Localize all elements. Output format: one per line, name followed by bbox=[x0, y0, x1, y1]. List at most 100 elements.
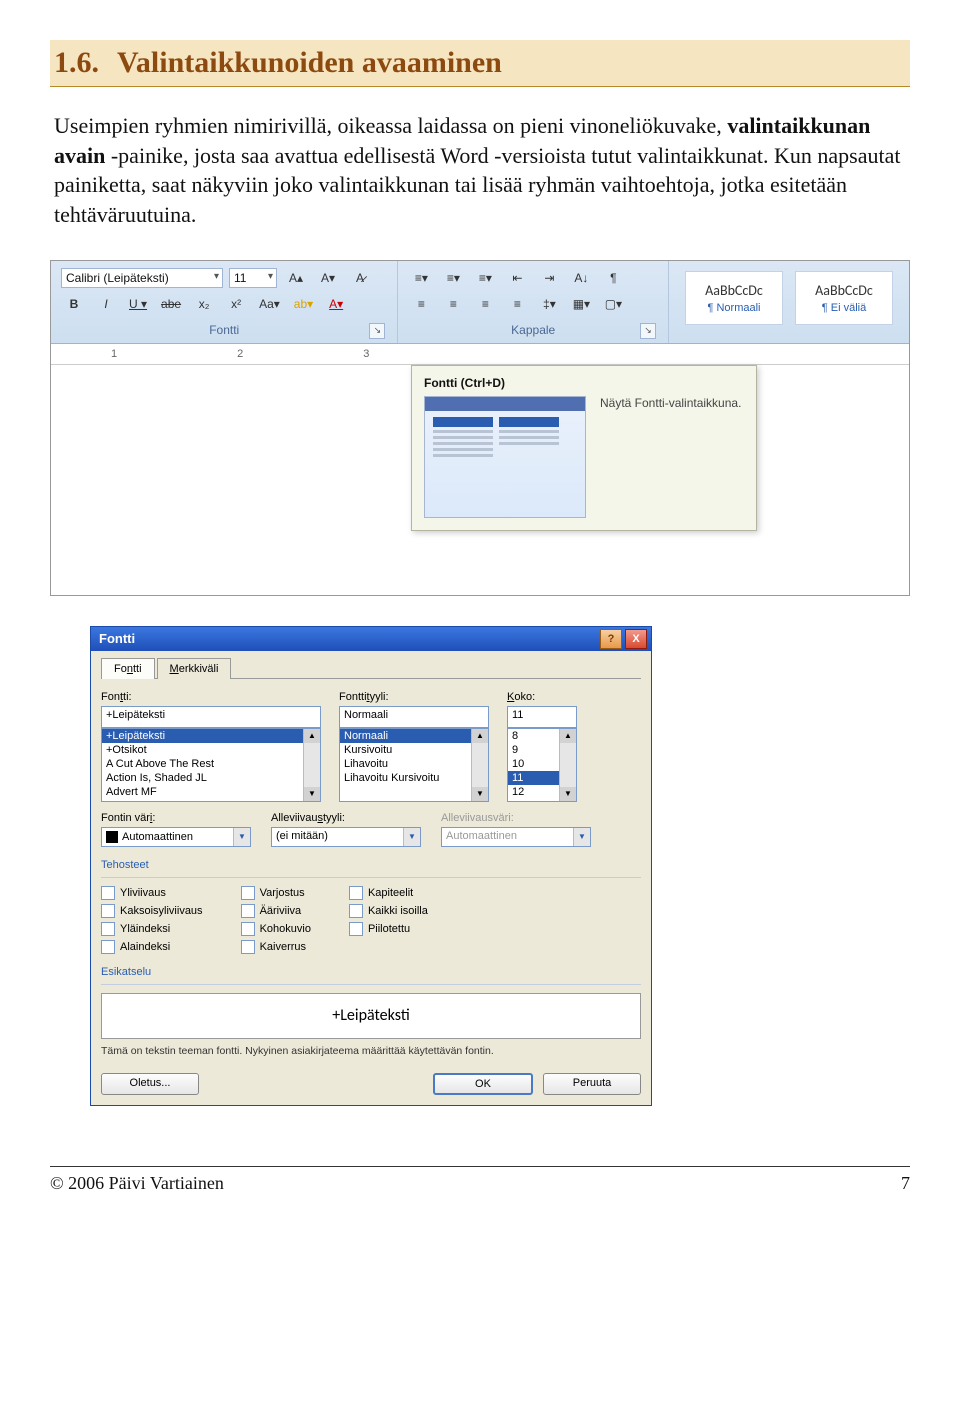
underline-color-combo: Automaattinen ▼ bbox=[441, 827, 591, 847]
list-item[interactable]: Kursivoitu bbox=[340, 743, 488, 757]
highlight-icon[interactable]: ab▾ bbox=[290, 293, 317, 315]
style-input[interactable]: Normaali bbox=[339, 706, 489, 728]
increase-indent-icon[interactable]: ⇥ bbox=[536, 267, 562, 289]
style-nospacing[interactable]: AaBbCcDc ¶ Ei väliä bbox=[795, 271, 893, 325]
ruler: 1 2 3 bbox=[51, 344, 909, 365]
list-item[interactable]: Lihavoitu Kursivoitu bbox=[340, 771, 488, 785]
tab-spacing[interactable]: Merkkiväli bbox=[157, 658, 232, 679]
tooltip: Fontti (Ctrl+D) bbox=[411, 365, 757, 531]
close-button-icon[interactable]: X bbox=[625, 629, 647, 649]
justify-icon[interactable]: ≡ bbox=[504, 293, 530, 315]
effect-checkbox[interactable]: Varjostus bbox=[241, 886, 311, 900]
font-name-combo[interactable]: Calibri (Leipäteksti) bbox=[61, 268, 223, 288]
style-listbox[interactable]: Normaali Kursivoitu Lihavoitu Lihavoitu … bbox=[339, 728, 489, 802]
grow-font-icon[interactable]: A▴ bbox=[283, 267, 309, 289]
italic-icon[interactable]: I bbox=[93, 293, 119, 315]
multilevel-icon[interactable]: ≡▾ bbox=[472, 267, 498, 289]
checkbox-icon bbox=[349, 922, 363, 936]
list-item[interactable]: Normaali bbox=[340, 729, 488, 743]
size-input[interactable]: 11 bbox=[507, 706, 577, 728]
effect-checkbox[interactable]: Kapiteelit bbox=[349, 886, 428, 900]
line-spacing-icon[interactable]: ‡▾ bbox=[536, 293, 562, 315]
dialog-titlebar: Fontti ? X bbox=[91, 627, 651, 651]
subscript-icon[interactable]: x₂ bbox=[191, 293, 217, 315]
change-case-icon[interactable]: Aa▾ bbox=[255, 293, 284, 315]
scrollbar[interactable]: ▲▼ bbox=[471, 729, 488, 801]
preview-box: +Leipäteksti bbox=[101, 993, 641, 1039]
underline-icon[interactable]: U ▾ bbox=[125, 293, 151, 315]
help-button-icon[interactable]: ? bbox=[600, 629, 622, 649]
numbering-icon[interactable]: ≡▾ bbox=[440, 267, 466, 289]
checkbox-icon bbox=[349, 904, 363, 918]
align-left-icon[interactable]: ≡ bbox=[408, 293, 434, 315]
list-item[interactable]: +Leipäteksti bbox=[102, 729, 320, 743]
list-item[interactable]: Advert MF bbox=[102, 785, 320, 799]
style-normal[interactable]: AaBbCcDc ¶ Normaali bbox=[685, 271, 783, 325]
group-label-font: Fontti bbox=[209, 323, 239, 337]
effects-group: Yliviivaus Kaksoisyliviivaus Yläindeksi Ala… bbox=[101, 886, 641, 954]
clear-format-icon[interactable]: A̷ bbox=[347, 267, 373, 289]
para-part1: Useimpien ryhmien nimirivillä, oikeassa … bbox=[54, 113, 727, 138]
chevron-down-icon: ▼ bbox=[573, 828, 590, 846]
style-name: ¶ Normaali bbox=[708, 302, 761, 314]
bold-icon[interactable]: B bbox=[61, 293, 87, 315]
effect-checkbox[interactable]: Piilotettu bbox=[349, 922, 428, 936]
font-input[interactable]: +Leipäteksti bbox=[101, 706, 321, 728]
style-sample: AaBbCcDc bbox=[705, 282, 763, 299]
shrink-font-icon[interactable]: A▾ bbox=[315, 267, 341, 289]
checkbox-icon bbox=[101, 904, 115, 918]
checkbox-icon bbox=[241, 904, 255, 918]
tooltip-title: Fontti (Ctrl+D) bbox=[424, 376, 744, 390]
effect-checkbox[interactable]: Kaiverrus bbox=[241, 940, 311, 954]
effect-checkbox[interactable]: Kaikki isoilla bbox=[349, 904, 428, 918]
section-preview: Esikatselu bbox=[101, 966, 641, 978]
scrollbar[interactable]: ▲▼ bbox=[303, 729, 320, 801]
tooltip-description: Näytä Fontti-valintaikkuna. bbox=[600, 396, 741, 410]
font-color-icon[interactable]: A▾ bbox=[323, 293, 349, 315]
align-right-icon[interactable]: ≡ bbox=[472, 293, 498, 315]
list-item[interactable]: Lihavoitu bbox=[340, 757, 488, 771]
size-listbox[interactable]: 8 9 10 11 12 ▲▼ bbox=[507, 728, 577, 802]
showmarks-icon[interactable]: ¶ bbox=[600, 267, 626, 289]
font-color-combo[interactable]: Automaattinen ▼ bbox=[101, 827, 251, 847]
effect-checkbox[interactable]: Ääriviiva bbox=[241, 904, 311, 918]
ruler-mark: 3 bbox=[363, 348, 369, 360]
paragraph-dialog-launcher-icon[interactable] bbox=[640, 323, 656, 339]
sort-icon[interactable]: A↓ bbox=[568, 267, 594, 289]
align-center-icon[interactable]: ≡ bbox=[440, 293, 466, 315]
style-name: ¶ Ei väliä bbox=[822, 302, 866, 314]
label-size: Koko: bbox=[507, 691, 577, 703]
font-size-combo[interactable]: 11 bbox=[229, 268, 277, 288]
chevron-down-icon: ▼ bbox=[403, 828, 420, 846]
ribbon-group-font: Calibri (Leipäteksti) 11 A▴ A▾ A̷ B I U … bbox=[51, 261, 398, 343]
superscript-icon[interactable]: x² bbox=[223, 293, 249, 315]
decrease-indent-icon[interactable]: ⇤ bbox=[504, 267, 530, 289]
default-button[interactable]: Oletus... bbox=[101, 1073, 199, 1095]
font-dialog-launcher-icon[interactable] bbox=[369, 323, 385, 339]
tab-font[interactable]: Fontti bbox=[101, 658, 155, 679]
font-listbox[interactable]: +Leipäteksti +Otsikot A Cut Above The Re… bbox=[101, 728, 321, 802]
document-area: Fontti (Ctrl+D) bbox=[51, 365, 909, 595]
section-heading: 1.6. Valintaikkunoiden avaaminen bbox=[50, 40, 910, 87]
effect-checkbox[interactable]: Yliviivaus bbox=[101, 886, 203, 900]
scrollbar[interactable]: ▲▼ bbox=[559, 729, 576, 801]
ribbon-screenshot: Calibri (Leipäteksti) 11 A▴ A▾ A̷ B I U … bbox=[50, 260, 910, 596]
heading-number: 1.6. bbox=[54, 46, 99, 79]
tooltip-preview-image bbox=[424, 396, 586, 518]
list-item[interactable]: A Cut Above The Rest bbox=[102, 757, 320, 771]
borders-icon[interactable]: ▢▾ bbox=[600, 293, 626, 315]
effect-checkbox[interactable]: Yläindeksi bbox=[101, 922, 203, 936]
cancel-button[interactable]: Peruuta bbox=[543, 1073, 641, 1095]
effect-checkbox[interactable]: Alaindeksi bbox=[101, 940, 203, 954]
effect-checkbox[interactable]: Kaksoisyliviivaus bbox=[101, 904, 203, 918]
underline-style-combo[interactable]: (ei mitään) ▼ bbox=[271, 827, 421, 847]
strike-icon[interactable]: abe bbox=[157, 293, 185, 315]
group-label-paragraph: Kappale bbox=[511, 323, 555, 337]
list-item[interactable]: +Otsikot bbox=[102, 743, 320, 757]
bullets-icon[interactable]: ≡▾ bbox=[408, 267, 434, 289]
effect-checkbox[interactable]: Kohokuvio bbox=[241, 922, 311, 936]
shading-icon[interactable]: ▦▾ bbox=[568, 293, 594, 315]
list-item[interactable]: Action Is, Shaded JL bbox=[102, 771, 320, 785]
ok-button[interactable]: OK bbox=[433, 1073, 533, 1095]
style-sample: AaBbCcDc bbox=[815, 282, 873, 299]
